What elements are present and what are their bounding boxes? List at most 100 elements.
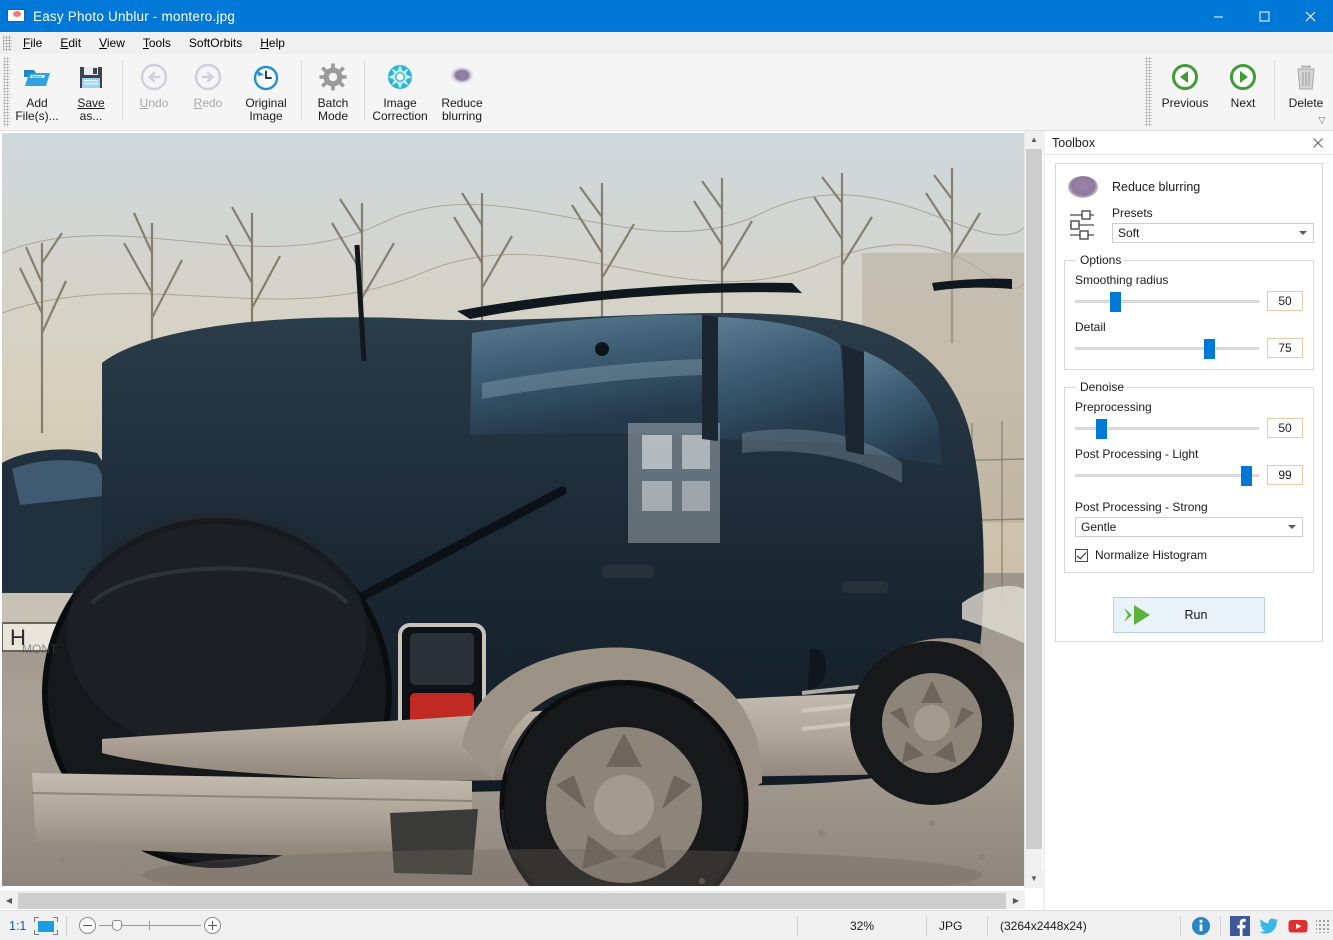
preprocessing-label: Preprocessing: [1075, 400, 1152, 414]
run-row: Run: [1064, 597, 1314, 633]
menu-view[interactable]: View: [90, 33, 134, 53]
detail-row: 75: [1075, 337, 1303, 359]
smoothing-radius-track: [1075, 300, 1259, 303]
blur-blob-icon: [1068, 176, 1098, 198]
image-viewer: H MONT ▲ ▼ ◀ ▶: [0, 131, 1043, 910]
scroll-down-button[interactable]: ▼: [1025, 870, 1043, 888]
clock-history-icon: [250, 61, 282, 93]
previous-label: Previous: [1161, 96, 1209, 110]
next-label: Next: [1230, 96, 1256, 110]
normalize-histogram-label: Normalize Histogram: [1095, 548, 1208, 562]
menu-help[interactable]: Help: [251, 33, 294, 53]
close-button[interactable]: [1287, 0, 1333, 32]
image-correction-button[interactable]: Image Correction: [369, 54, 431, 126]
toolbar-overflow-icon[interactable]: ▽: [1316, 114, 1328, 126]
vertical-scrollbar-thumb[interactable]: [1026, 149, 1042, 849]
toolbar-group-file: Add File(s)... Save as...: [10, 54, 118, 131]
presets-dropdown[interactable]: Soft: [1112, 223, 1314, 243]
next-button[interactable]: Next: [1216, 54, 1270, 126]
floppy-disk-icon: [75, 61, 107, 93]
menu-softorbits[interactable]: SoftOrbits: [180, 33, 251, 53]
add-files-label: Add File(s)...: [15, 96, 59, 123]
add-files-button[interactable]: Add File(s)...: [10, 54, 64, 126]
post-processing-light-row: 99: [1075, 464, 1303, 486]
normalize-histogram-row[interactable]: Normalize Histogram: [1075, 548, 1303, 562]
scroll-left-button[interactable]: ◀: [0, 892, 18, 910]
toolbox-panel: Toolbox Reduce blurring Presets Soft Opt…: [1045, 131, 1333, 910]
toolbar-separator-4: [1274, 60, 1275, 120]
image-canvas[interactable]: H MONT: [2, 133, 1024, 886]
smoothing-radius-value[interactable]: 50: [1267, 291, 1303, 311]
fit-to-window-icon[interactable]: [32, 916, 60, 935]
run-button-label: Run: [1184, 608, 1208, 622]
preprocessing-value[interactable]: 50: [1267, 418, 1303, 438]
smoothing-radius-thumb[interactable]: [1110, 292, 1122, 312]
horizontal-scrollbar[interactable]: ◀ ▶: [0, 891, 1025, 909]
preprocessing-slider[interactable]: [1075, 417, 1259, 439]
title-bar: Easy Photo Unblur - montero.jpg: [0, 0, 1333, 32]
save-as-button[interactable]: Save as...: [64, 54, 118, 126]
resize-grip-icon[interactable]: [1316, 918, 1330, 933]
detail-slider[interactable]: [1075, 337, 1259, 359]
toolbar-group-history: Undo Redo Original Image: [127, 54, 297, 131]
sliders-icon: [1068, 208, 1096, 242]
previous-button[interactable]: Previous: [1154, 54, 1216, 126]
menu-file[interactable]: File: [14, 33, 51, 53]
detail-value[interactable]: 75: [1267, 338, 1303, 358]
run-button[interactable]: Run: [1113, 597, 1265, 633]
normalize-histogram-checkbox[interactable]: [1075, 548, 1088, 562]
smoothing-radius-row: 50: [1075, 290, 1303, 312]
green-arrow-icon: [1122, 604, 1156, 626]
toolbar-right-grip-handle[interactable]: [1145, 57, 1152, 127]
delete-label: Delete: [1288, 96, 1324, 110]
minimize-button[interactable]: [1195, 0, 1241, 32]
zoom-slider-thumb[interactable]: [112, 920, 123, 931]
smoothing-radius-label: Smoothing radius: [1075, 273, 1169, 287]
undo-button[interactable]: Undo: [127, 54, 181, 126]
post-processing-strong-dropdown[interactable]: Gentle: [1075, 517, 1303, 537]
menu-edit[interactable]: Edit: [51, 33, 90, 53]
redo-button[interactable]: Redo: [181, 54, 235, 126]
post-processing-strong-value: Gentle: [1081, 520, 1117, 534]
original-image-button[interactable]: Original Image: [235, 54, 297, 126]
post-processing-light-slider[interactable]: [1075, 464, 1259, 486]
zoom-slider[interactable]: [99, 917, 202, 934]
toolbar-grip-handle[interactable]: [3, 57, 10, 127]
status-social-links: [1181, 915, 1312, 936]
scroll-right-button[interactable]: ▶: [1007, 892, 1025, 910]
menu-tools[interactable]: Tools: [134, 33, 180, 53]
preprocessing-thumb[interactable]: [1095, 419, 1107, 439]
preprocessing-row: 50: [1075, 417, 1303, 439]
reduce-blurring-button[interactable]: Reduce blurring: [431, 54, 493, 126]
file-format-label: JPG: [939, 918, 963, 933]
zoom-in-icon[interactable]: [204, 917, 222, 934]
toolbar-right-group: Previous Next Delete: [1145, 54, 1333, 131]
post-processing-light-thumb[interactable]: [1241, 466, 1253, 486]
detail-thumb[interactable]: [1204, 339, 1216, 359]
image-correction-label: Image Correction: [372, 96, 428, 123]
application-window: Easy Photo Unblur - montero.jpg File Edi…: [0, 0, 1333, 940]
menu-grip-handle[interactable]: [3, 34, 12, 51]
close-icon[interactable]: [1309, 134, 1327, 152]
horizontal-scrollbar-thumb[interactable]: [18, 893, 1006, 909]
info-icon[interactable]: [1191, 916, 1211, 936]
toolbox-header: Toolbox: [1045, 131, 1333, 155]
smoothing-radius-slider[interactable]: [1075, 290, 1259, 312]
twitter-icon[interactable]: [1259, 916, 1279, 936]
app-icon: [7, 7, 25, 25]
post-processing-light-value[interactable]: 99: [1267, 465, 1303, 485]
youtube-icon[interactable]: [1288, 916, 1308, 936]
window-title: Easy Photo Unblur - montero.jpg: [33, 8, 236, 24]
redo-arrow-icon: [192, 61, 224, 93]
redo-label: Redo: [193, 96, 223, 110]
maximize-button[interactable]: [1241, 0, 1287, 32]
batch-mode-button[interactable]: Batch Mode: [306, 54, 360, 126]
post-processing-strong-label: Post Processing - Strong: [1075, 500, 1208, 514]
blur-blob-icon: [446, 61, 478, 93]
scroll-up-button[interactable]: ▲: [1025, 131, 1043, 149]
trash-icon: [1290, 61, 1322, 93]
facebook-icon[interactable]: [1230, 915, 1250, 936]
zoom-out-icon[interactable]: [79, 917, 97, 934]
presets-label: Presets: [1112, 206, 1153, 220]
vertical-scrollbar[interactable]: ▲ ▼: [1024, 131, 1043, 888]
